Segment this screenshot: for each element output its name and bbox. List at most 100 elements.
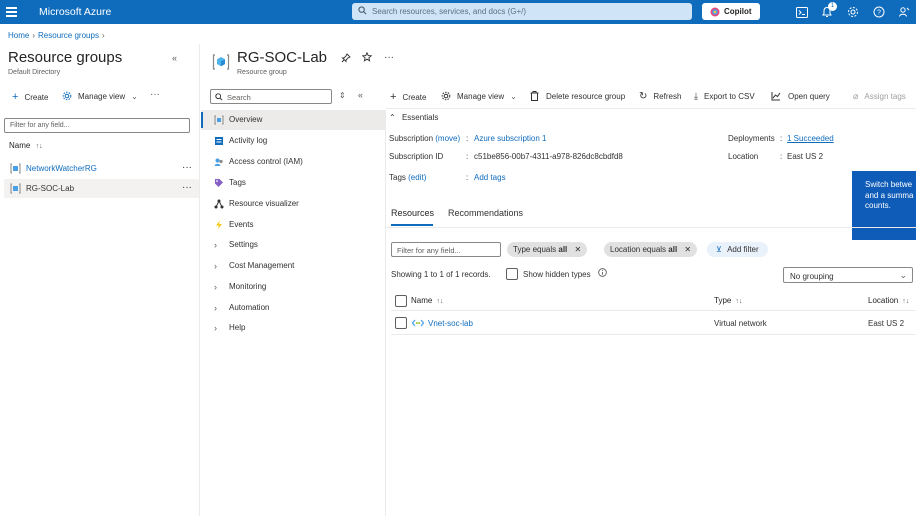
chevron-right-icon: › (214, 282, 217, 292)
row-more-icon[interactable]: ··· (182, 182, 192, 193)
top-bar: Microsoft Azure Search resources, servic… (0, 0, 916, 24)
show-hidden-checkbox[interactable] (506, 268, 518, 280)
left-manage-view-button[interactable]: Manage view ⌄ (62, 91, 138, 101)
left-filter-input[interactable]: Filter for any field... (4, 118, 190, 133)
deployments-value[interactable]: 1 Succeeded (787, 134, 834, 143)
column-header-label: Type (714, 296, 732, 305)
edit-tags-link[interactable]: (edit) (408, 173, 426, 182)
add-filter-button[interactable]: ⊻ Add filter (707, 242, 768, 257)
menu-item-overview[interactable]: Overview (201, 110, 385, 130)
notification-badge: 1 (828, 2, 837, 11)
resource-group-icon (10, 163, 21, 176)
location-filter-pill[interactable]: Location equals all ✕ (604, 242, 698, 257)
list-item[interactable]: RG-SOC-Lab ··· (4, 179, 199, 198)
subscription-value[interactable]: Azure subscription 1 (474, 134, 546, 143)
resource-groups-title: Resource groups (8, 49, 123, 66)
assign-tags-label: Assign tags (864, 92, 906, 101)
directory-subtitle: Default Directory (8, 69, 61, 76)
plus-icon: + (390, 91, 397, 103)
menu-item-automation[interactable]: › Automation (201, 298, 385, 318)
search-placeholder: Search resources, services, and docs (G+… (372, 7, 527, 16)
resource-name-link[interactable]: Vnet-soc-lab (428, 319, 473, 328)
menu-search-input[interactable]: Search (210, 89, 332, 104)
gear-icon[interactable] (845, 4, 861, 20)
open-query-button[interactable]: Open query (771, 91, 830, 101)
column-header-name[interactable]: Name ↑↓ (9, 141, 43, 150)
left-create-button[interactable]: + Create (12, 91, 48, 103)
create-label: Create (402, 92, 427, 102)
collapse-menu-icon[interactable]: « (358, 90, 363, 100)
list-item[interactable]: NetworkWatcherRG ··· (4, 159, 199, 178)
assign-tags-button[interactable]: ⌀ Assign tags (853, 91, 906, 102)
menu-item-cost-management[interactable]: › Cost Management (201, 256, 385, 276)
app-title[interactable]: Microsoft Azure (39, 6, 111, 18)
left-more-icon[interactable]: ··· (150, 89, 160, 100)
column-header-type[interactable]: Type ↑↓ (714, 296, 742, 305)
menu-item-monitoring[interactable]: › Monitoring (201, 277, 385, 297)
query-icon (771, 91, 781, 101)
essentials-toggle[interactable]: ⌃ Essentials (389, 113, 438, 122)
add-filter-label: Add filter (727, 245, 759, 254)
remove-filter-icon[interactable]: ✕ (684, 245, 691, 254)
menu-item-iam[interactable]: Access control (IAM) (201, 152, 385, 172)
resource-filter-input[interactable]: Filter for any field... (391, 242, 501, 257)
add-tags-link[interactable]: Add tags (474, 173, 506, 182)
menu-item-help[interactable]: › Help (201, 318, 385, 338)
menu-sort-icon[interactable]: ⇕ (339, 91, 346, 100)
grouping-dropdown[interactable]: No grouping ⌄ (783, 267, 913, 283)
create-button[interactable]: + Create (390, 91, 426, 103)
select-all-checkbox[interactable] (395, 295, 407, 307)
records-count: Showing 1 to 1 of 1 records. (391, 270, 491, 279)
tags-label: Tags (edit) (389, 173, 426, 182)
menu-item-settings[interactable]: › Settings (201, 235, 385, 255)
chevron-right-icon: › (214, 323, 217, 333)
row-more-icon[interactable]: ··· (182, 162, 192, 173)
export-csv-button[interactable]: ⤓ Export to CSV (694, 91, 755, 102)
teaching-tooltip: Switch betwe and a summa counts. (852, 171, 916, 240)
sort-icon: ↑↓ (902, 298, 910, 305)
copilot-button[interactable]: Copilot (702, 3, 760, 20)
global-search-input[interactable]: Search resources, services, and docs (G+… (352, 3, 692, 20)
location-filter-label: Location equals (610, 245, 667, 254)
grouping-value: No grouping (790, 272, 834, 281)
menu-item-events[interactable]: Events (201, 215, 385, 235)
location-label: Location (728, 152, 759, 161)
help-icon[interactable]: ? (871, 4, 887, 20)
breadcrumb: Home › Resource groups › (8, 31, 108, 40)
info-icon[interactable] (598, 268, 607, 279)
menu-item-activity-log[interactable]: Activity log (201, 131, 385, 151)
deployments-colon: : (780, 134, 783, 143)
move-link[interactable]: (move) (435, 134, 460, 143)
subscription-label-text: Subscription (389, 134, 434, 143)
more-actions-icon[interactable]: ··· (384, 52, 394, 63)
tag-icon (214, 178, 224, 188)
copilot-icon (710, 7, 720, 17)
collapse-panel-icon[interactable]: « (172, 53, 177, 63)
star-icon[interactable] (361, 51, 373, 64)
column-header-location[interactable]: Location ↑↓ (868, 296, 909, 305)
cloud-shell-icon[interactable] (794, 4, 810, 20)
tab-resources[interactable]: Resources (391, 208, 434, 226)
list-item-label[interactable]: RG-SOC-Lab (26, 184, 74, 193)
chevron-down-icon: ⌄ (131, 91, 138, 101)
breadcrumb-separator-icon: › (32, 31, 36, 40)
delete-resource-group-button[interactable]: Delete resource group (530, 91, 625, 101)
menu-item-resource-visualizer[interactable]: Resource visualizer (201, 194, 385, 214)
tab-recommendations[interactable]: Recommendations (448, 208, 523, 218)
type-filter-pill[interactable]: Type equals all ✕ (507, 242, 588, 257)
feedback-icon[interactable] (896, 4, 912, 20)
refresh-button[interactable]: ↻ Refresh (639, 91, 681, 102)
breadcrumb-resource-groups[interactable]: Resource groups (38, 31, 99, 40)
list-item-label[interactable]: NetworkWatcherRG (26, 164, 97, 173)
pin-icon[interactable] (341, 53, 351, 65)
manage-view-button[interactable]: Manage view ⌄ (441, 91, 517, 101)
breadcrumb-home[interactable]: Home (8, 31, 29, 40)
remove-filter-icon[interactable]: ✕ (575, 245, 582, 254)
column-header-name[interactable]: Name ↑↓ (411, 296, 443, 305)
subscription-id-label: Subscription ID (389, 152, 444, 161)
menu-item-tags[interactable]: Tags (201, 173, 385, 193)
breadcrumb-separator-icon: › (101, 31, 105, 40)
row-checkbox[interactable] (395, 317, 407, 329)
hamburger-icon[interactable] (6, 5, 18, 19)
essentials-header: Essentials (401, 113, 439, 122)
